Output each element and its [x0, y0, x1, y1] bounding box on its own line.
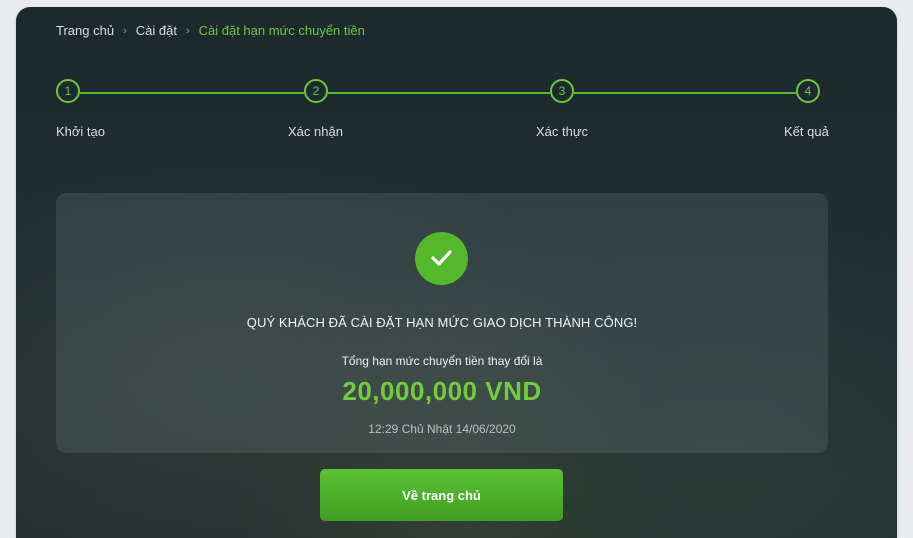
- breadcrumb-separator-icon: ›: [185, 24, 190, 37]
- breadcrumb: Trang chủ › Cài đặt › Cài đặt hạn mức ch…: [56, 23, 365, 38]
- step-4-indicator: 4: [796, 79, 820, 103]
- step-1-label: Khởi tạo: [56, 124, 105, 139]
- step-2-indicator: 2: [304, 79, 328, 103]
- transfer-limit-panel: Trang chủ › Cài đặt › Cài đặt hạn mức ch…: [16, 7, 897, 538]
- breadcrumb-home[interactable]: Trang chủ: [56, 23, 114, 38]
- step-4-label: Kết quả: [784, 124, 829, 139]
- step-2-label: Xác nhận: [288, 124, 343, 139]
- progress-stepper: 1 2 3 4 Khởi tạo Xác nhận Xác thực Kết q…: [16, 79, 897, 149]
- step-connector: [574, 92, 796, 94]
- step-connector: [80, 92, 304, 94]
- back-to-home-button[interactable]: Về trang chủ: [320, 469, 563, 521]
- success-message: QUÝ KHÁCH ĐÃ CÀI ĐẶT HẠN MỨC GIAO DỊCH T…: [246, 315, 638, 330]
- checkmark-icon: [415, 232, 468, 285]
- result-card: QUÝ KHÁCH ĐÃ CÀI ĐẶT HẠN MỨC GIAO DỊCH T…: [56, 193, 828, 453]
- transaction-timestamp: 12:29 Chủ Nhật 14/06/2020: [368, 422, 516, 436]
- step-3-indicator: 3: [550, 79, 574, 103]
- step-3-label: Xác thực: [536, 124, 589, 139]
- step-connector: [328, 92, 550, 94]
- step-1-indicator: 1: [56, 79, 80, 103]
- limit-label: Tổng hạn mức chuyển tiền thay đổi là: [341, 354, 543, 368]
- breadcrumb-current: Cài đặt hạn mức chuyển tiền: [198, 23, 365, 38]
- breadcrumb-settings[interactable]: Cài đặt: [136, 23, 177, 38]
- limit-amount: 20,000,000 VND: [342, 376, 542, 406]
- breadcrumb-separator-icon: ›: [123, 24, 127, 37]
